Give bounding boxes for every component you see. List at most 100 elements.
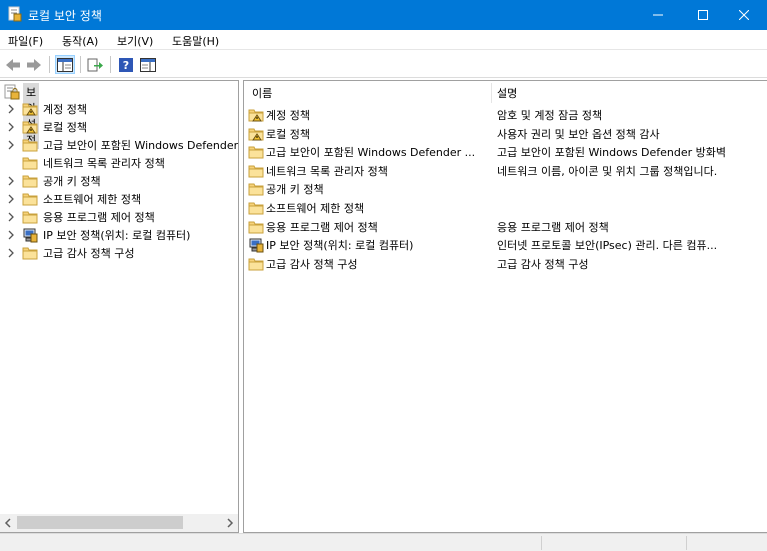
chevron-right-icon[interactable]: [6, 174, 16, 188]
list-item-name: 소프트웨어 제한 정책: [266, 202, 365, 215]
list-item[interactable]: 고급 보안이 포함된 Windows Defender ... 고급 보안이 포함…: [244, 143, 767, 161]
ip-security-icon: [249, 238, 264, 253]
show-hide-tree-icon: [57, 57, 73, 72]
list-header: 이름 설명: [244, 81, 767, 105]
list-item-name: 응용 프로그램 제어 정책: [266, 220, 378, 234]
list-item[interactable]: 계정 정책 암호 및 계정 잠금 정책: [244, 106, 767, 124]
tree-item-label: 소프트웨어 제한 정책: [43, 193, 142, 206]
svg-text:?: ?: [123, 59, 129, 72]
tree-item[interactable]: IP 보안 정책(위치: 로컬 컴퓨터): [0, 226, 238, 244]
list-item[interactable]: 네트워크 목록 관리자 정책 네트워크 이름, 아이콘 및 위치 그룹 정책입니다…: [244, 162, 767, 180]
tree-item[interactable]: 로컬 정책: [0, 118, 238, 136]
folder-icon: [22, 247, 38, 260]
list-item-name: 계정 정책: [266, 109, 310, 122]
scrollbar-thumb[interactable]: [17, 516, 183, 529]
list-item-name: 고급 보안이 포함된 Windows Defender ...: [266, 146, 476, 160]
security-settings-icon: [4, 84, 20, 100]
maximize-icon: [698, 10, 708, 20]
scroll-left-icon[interactable]: [4, 518, 12, 528]
list-item[interactable]: IP 보안 정책(위치: 로컬 컴퓨터) 인터넷 프로토콜 보안(IPsec) 관…: [244, 236, 767, 254]
list-item-description: 사용자 권리 및 보안 옵션 정책 감사: [497, 127, 660, 141]
tree-item-label: 고급 보안이 포함된 Windows Defender: [43, 139, 239, 152]
list-item-description: 고급 감사 정책 구성: [497, 257, 589, 271]
folder-icon: [22, 175, 38, 188]
help-button[interactable]: ?: [116, 55, 136, 74]
list-item-description: 인터넷 프로토콜 보안(IPsec) 관리. 다른 컴퓨...: [497, 239, 718, 253]
folder-icon: [22, 139, 38, 152]
list-item-name: 공개 키 정책: [266, 183, 324, 197]
list-item[interactable]: 로컬 정책 사용자 권리 및 보안 옵션 정책 감사: [244, 125, 767, 143]
list-item-name: IP 보안 정책(위치: 로컬 컴퓨터): [266, 239, 414, 253]
list-item[interactable]: 고급 감사 정책 구성 고급 감사 정책 구성: [244, 255, 767, 273]
folder-icon: [22, 211, 38, 224]
close-icon: [739, 10, 749, 20]
menu-action[interactable]: 동작(A): [62, 33, 98, 49]
action-pane-button[interactable]: [138, 55, 158, 74]
tree-item-label: 응용 프로그램 제어 정책: [43, 211, 155, 224]
tree-item[interactable]: 계정 정책: [0, 100, 238, 118]
menu-help[interactable]: 도움말(H): [172, 33, 219, 49]
scroll-right-icon[interactable]: [226, 518, 234, 528]
tree-item[interactable]: 소프트웨어 제한 정책: [0, 190, 238, 208]
action-pane-icon: [140, 57, 156, 72]
folder-icon: [248, 221, 264, 234]
list-item-description: 고급 보안이 포함된 Windows Defender 방화벽: [497, 146, 727, 160]
tree-item-label: 네트워크 목록 관리자 정책: [43, 157, 165, 170]
tree-item[interactable]: 고급 감사 정책 구성: [0, 244, 238, 262]
ip-security-icon: [23, 228, 38, 243]
menu-bar: 파일(F) 동작(A) 보기(V) 도움말(H): [0, 30, 767, 50]
toolbar: ?: [0, 51, 767, 78]
column-header-description[interactable]: 설명: [497, 85, 517, 101]
tree-pane[interactable]: 보안 설정 계정 정책로컬 정책고급 보안이 포함된 Windows Defen…: [0, 80, 239, 533]
list-item-name: 로컬 정책: [266, 127, 310, 141]
folder-icon: [248, 183, 264, 196]
tree-item-label: 로컬 정책: [43, 121, 87, 134]
chevron-right-icon[interactable]: [6, 210, 16, 224]
tree-item[interactable]: 네트워크 목록 관리자 정책: [0, 154, 238, 172]
chevron-right-icon[interactable]: [6, 246, 16, 260]
details-pane[interactable]: 이름 설명 계정 정책 암호 및 계정 잠금 정책로컬 정책 사용자 권리 및 보안…: [243, 80, 767, 533]
chevron-right-icon[interactable]: [6, 192, 16, 206]
tree-item-label: 공개 키 정책: [43, 175, 101, 188]
policy-folder-icon: [22, 121, 38, 134]
list-item[interactable]: 응용 프로그램 제어 정책 응용 프로그램 제어 정책: [244, 218, 767, 236]
status-bar: [0, 533, 767, 551]
close-button[interactable]: [721, 0, 767, 30]
column-header-name[interactable]: 이름: [252, 85, 272, 101]
chevron-right-icon[interactable]: [6, 102, 16, 116]
maximize-button[interactable]: [680, 0, 726, 30]
chevron-right-icon[interactable]: [6, 228, 16, 242]
folder-icon: [248, 146, 264, 159]
export-list-button[interactable]: [85, 55, 105, 74]
list-item[interactable]: 공개 키 정책: [244, 180, 767, 198]
minimize-button[interactable]: [635, 0, 681, 30]
tree-item-label: IP 보안 정책(위치: 로컬 컴퓨터): [43, 229, 191, 242]
list-item[interactable]: 소프트웨어 제한 정책: [244, 199, 767, 217]
folder-icon: [248, 258, 264, 271]
back-button[interactable]: [3, 55, 23, 74]
list-item-name: 고급 감사 정책 구성: [266, 257, 358, 271]
list-item-description: 네트워크 이름, 아이콘 및 위치 그룹 정책입니다.: [497, 164, 718, 178]
minimize-icon: [653, 14, 663, 16]
menu-view[interactable]: 보기(V): [117, 33, 153, 49]
tree-item[interactable]: 고급 보안이 포함된 Windows Defender: [0, 136, 239, 154]
chevron-right-icon[interactable]: [6, 138, 16, 152]
forward-icon: [27, 58, 41, 71]
tree-item-label: 고급 감사 정책 구성: [43, 247, 135, 260]
help-icon: ?: [119, 57, 133, 72]
folder-icon: [22, 193, 38, 206]
folder-icon: [248, 202, 264, 215]
tree-horizontal-scrollbar[interactable]: [0, 514, 238, 532]
title-bar: 로컬 보안 정책: [0, 0, 767, 30]
list-item-description: 응용 프로그램 제어 정책: [497, 220, 609, 234]
menu-file[interactable]: 파일(F): [8, 33, 43, 49]
tree-item[interactable]: 응용 프로그램 제어 정책: [0, 208, 238, 226]
tree-item[interactable]: 공개 키 정책: [0, 172, 238, 190]
show-hide-tree-button[interactable]: [55, 55, 75, 74]
window-title: 로컬 보안 정책: [28, 9, 102, 23]
chevron-right-icon[interactable]: [6, 120, 16, 134]
forward-button[interactable]: [24, 55, 44, 74]
policy-folder-icon: [22, 103, 38, 116]
list-item-description: 암호 및 계정 잠금 정책: [497, 109, 603, 122]
export-list-icon: [87, 58, 103, 71]
